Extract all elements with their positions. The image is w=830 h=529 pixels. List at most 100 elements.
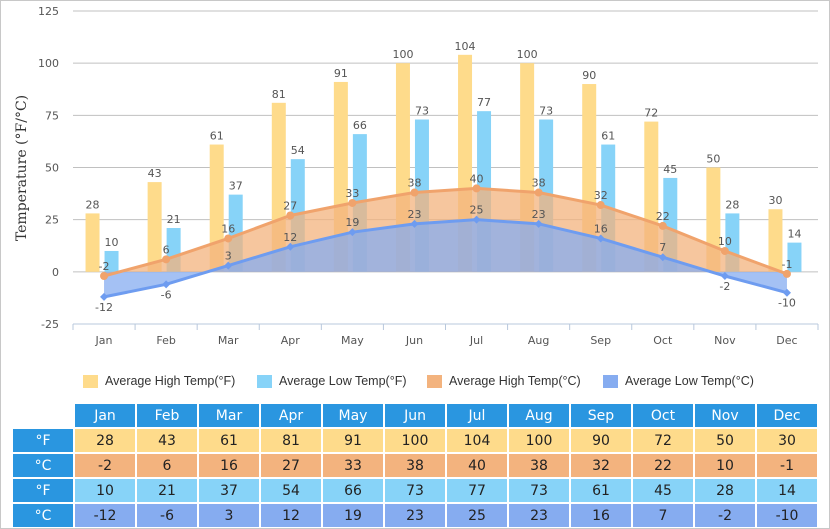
table-cell: 45	[633, 479, 693, 502]
data-label-low-c: -12	[95, 301, 113, 314]
table-header-row: Jan Feb Mar Apr May Jun Jul Aug Sep Oct …	[13, 404, 817, 427]
data-label-low-c: 7	[659, 241, 666, 254]
legend-item-low-c[interactable]: Average Low Temp(°C)	[603, 374, 754, 388]
month-header: Sep	[571, 404, 631, 427]
data-label-low-c: 25	[470, 204, 484, 217]
row-low-c: °C -12 -6 3 12 19 23 25 23 16 7 -2 -10	[13, 504, 817, 527]
marker-high-c	[100, 272, 109, 281]
data-label-high-c: 33	[345, 187, 359, 200]
legend-swatch-high-f	[83, 374, 98, 388]
data-label-high-c: 38	[407, 177, 421, 190]
table-cell: -2	[695, 504, 755, 527]
table-cell: -12	[75, 504, 135, 527]
table-cell: 43	[137, 429, 197, 452]
month-header: Jan	[75, 404, 135, 427]
data-label-high-f: 72	[644, 107, 658, 120]
table-cell: 32	[571, 454, 631, 477]
unit-label: °F	[13, 479, 73, 502]
table-cell: 28	[75, 429, 135, 452]
table-cell: 6	[137, 454, 197, 477]
month-header: Mar	[199, 404, 259, 427]
x-tick-label: Sep	[590, 334, 611, 347]
marker-high-c	[534, 188, 543, 197]
x-tick-label: Dec	[776, 334, 797, 347]
data-label-high-c: 38	[532, 177, 546, 190]
x-tick-label: Jul	[469, 334, 483, 347]
legend-swatch-high-c	[427, 374, 442, 388]
table-cell: 100	[385, 429, 445, 452]
table-cell: 16	[571, 504, 631, 527]
data-label-high-f: 100	[517, 48, 538, 61]
marker-high-c	[720, 246, 729, 255]
data-label-low-c: 16	[594, 222, 608, 235]
table-cell: 40	[447, 454, 507, 477]
table-cell: 50	[695, 429, 755, 452]
data-label-high-c: 6	[163, 243, 170, 256]
data-label-low-c: 12	[283, 231, 297, 244]
legend-label: Average High Temp(°F)	[105, 374, 236, 388]
unit-label: °C	[13, 454, 73, 477]
bar-high-f	[147, 182, 162, 272]
table-cell: 72	[633, 429, 693, 452]
legend-item-high-c[interactable]: Average High Temp(°C)	[427, 374, 581, 388]
data-label-high-c: 10	[718, 235, 732, 248]
legend-item-high-f[interactable]: Average High Temp(°F)	[83, 374, 235, 388]
y-tick-label: 0	[52, 266, 59, 279]
marker-high-c	[472, 184, 481, 193]
table-cell: 19	[323, 504, 383, 527]
marker-high-c	[224, 234, 233, 243]
data-label-high-c: 32	[594, 189, 608, 202]
unit-label: °C	[13, 504, 73, 527]
table-cell: 91	[323, 429, 383, 452]
table-cell: 73	[385, 479, 445, 502]
bar-high-f	[768, 209, 783, 272]
legend-label: Average Low Temp(°C)	[625, 374, 754, 388]
legend-swatch-low-c	[603, 374, 618, 388]
table-cell: 7	[633, 504, 693, 527]
y-tick-label: 100	[38, 57, 59, 70]
table-cell: 28	[695, 479, 755, 502]
row-low-f: °F 10 21 37 54 66 73 77 73 61 45 28 14	[13, 479, 817, 502]
data-label-low-f: 61	[601, 130, 615, 143]
table-cell: 22	[633, 454, 693, 477]
data-label-low-c: 3	[225, 250, 232, 263]
marker-high-c	[782, 269, 791, 278]
marker-high-c	[162, 255, 171, 264]
month-header: Aug	[509, 404, 569, 427]
table-cell: -10	[757, 504, 817, 527]
data-label-low-f: 77	[477, 96, 491, 109]
table-cell: 27	[261, 454, 321, 477]
legend-label: Average High Temp(°C)	[449, 374, 581, 388]
table-cell: 23	[509, 504, 569, 527]
data-label-high-c: 16	[221, 222, 235, 235]
month-header: Nov	[695, 404, 755, 427]
table-cell: -1	[757, 454, 817, 477]
data-label-high-f: 100	[392, 48, 413, 61]
month-header: Apr	[261, 404, 321, 427]
legend-item-low-f[interactable]: Average Low Temp(°F)	[257, 374, 407, 388]
table-cell: 10	[695, 454, 755, 477]
bar-high-f	[85, 213, 100, 272]
data-label-low-f: 28	[725, 198, 739, 211]
data-label-high-c: 22	[656, 210, 670, 223]
row-high-f: °F 28 43 61 81 91 100 104 100 90 72 50 30	[13, 429, 817, 452]
data-label-low-f: 37	[229, 180, 243, 193]
x-tick-label: Apr	[281, 334, 301, 347]
x-tick-label: Mar	[218, 334, 239, 347]
unit-label: °F	[13, 429, 73, 452]
data-label-high-f: 43	[148, 167, 162, 180]
table-cell: 90	[571, 429, 631, 452]
x-tick-label: Nov	[714, 334, 736, 347]
table-cell: 38	[385, 454, 445, 477]
table-cell: 3	[199, 504, 259, 527]
data-label-low-c: -10	[778, 297, 796, 310]
table-cell: 10	[75, 479, 135, 502]
table-cell: -2	[75, 454, 135, 477]
marker-high-c	[410, 188, 419, 197]
table-cell: 30	[757, 429, 817, 452]
month-header: Jun	[385, 404, 445, 427]
month-header: Jul	[447, 404, 507, 427]
data-label-low-c: 19	[345, 216, 359, 229]
data-label-high-c: -2	[99, 260, 110, 273]
x-tick-label: Jun	[405, 334, 423, 347]
